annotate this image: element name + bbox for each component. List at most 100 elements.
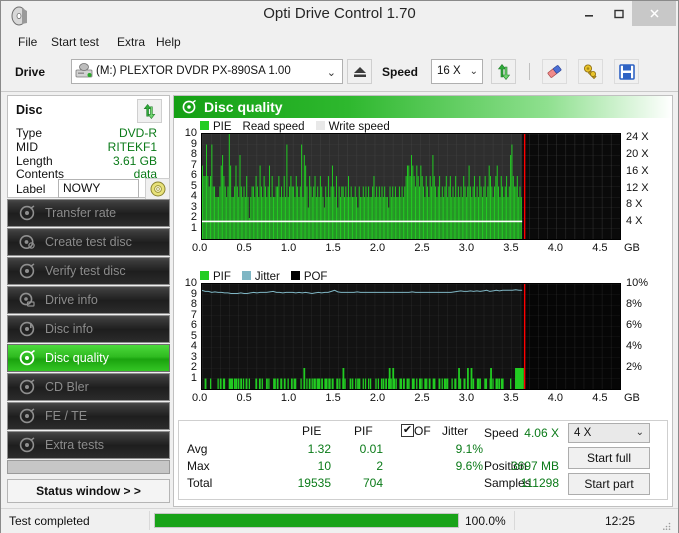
y2-tick-label: 16 X [626, 164, 649, 177]
sidebar-item-transfer-rate[interactable]: Transfer rate [7, 199, 170, 227]
refresh-button[interactable] [491, 59, 516, 84]
app-window: Opti Drive Control 1.70 File Start test … [0, 0, 679, 533]
y-tick-label: 1 [190, 371, 197, 384]
eraser-icon [547, 65, 562, 78]
x-tick-label: 1.5 [325, 242, 341, 254]
floppy-save-icon [618, 63, 635, 80]
drive-select[interactable]: (M:) PLEXTOR DVDR PX-890SA 1.00 ⌄ [71, 59, 343, 84]
test-speed-value: 4 X [574, 427, 592, 439]
resize-grip-icon[interactable] [663, 522, 671, 530]
drive-icon [75, 63, 93, 78]
refresh-arrows-icon [497, 63, 510, 80]
progress-bar-fill [155, 514, 458, 527]
sidebar-item-extra-tests[interactable]: Extra tests [7, 431, 170, 459]
pif-chart-x-axis: 0.0 0.5 1.0 1.5 2.0 2.5 3.0 3.5 4.0 4.5 GB [178, 392, 672, 406]
drive-label: Drive [15, 65, 46, 79]
legend-swatch [241, 270, 251, 280]
drive-toolbar: Drive (M:) PLEXTOR DVDR PX-890SA 1.00 ⌄ … [1, 55, 678, 92]
y2-tick-label: 8% [626, 298, 642, 310]
stats-row-label-max: Max [187, 459, 210, 473]
minimize-button[interactable] [572, 1, 606, 26]
y-tick-label: 1 [190, 221, 197, 234]
close-button[interactable] [632, 1, 676, 26]
pif-chart-legend: PIF Jitter POF [200, 270, 338, 283]
toolbar-separator [529, 63, 530, 80]
maximize-icon [614, 9, 624, 18]
legend-label: Jitter [254, 270, 280, 283]
save-button[interactable] [614, 59, 639, 84]
sidebar-item-disc-quality[interactable]: Disc quality [7, 344, 170, 372]
disc-quality-icon [181, 100, 196, 115]
disc-row-value: 3.61 GB [112, 154, 157, 168]
stats-row-label-total: Total [187, 476, 213, 490]
chevron-down-icon: ⌄ [469, 66, 478, 77]
pie-chart-y-axis: 10 9 8 7 6 5 4 3 2 1 [178, 128, 199, 240]
y-tick-label: 2 [190, 361, 197, 373]
menu-help[interactable]: Help [151, 34, 186, 50]
legend-entry-read-speed: Read speed [243, 121, 305, 133]
stats-total-pie: 19535 [297, 476, 331, 490]
statistics-panel: PIE PIF POF ✔ Jitter Avg 1.32 0.01 9.1% … [178, 420, 668, 500]
disc-verify-icon [18, 262, 36, 280]
disc-tools-button[interactable] [578, 59, 603, 84]
sidebar-item-label: FE / TE [45, 409, 88, 423]
start-full-button[interactable]: Start full [568, 447, 650, 469]
stats-max-pif: 2 [376, 459, 383, 473]
sidebar-item-disc-info[interactable]: Disc info [7, 315, 170, 343]
eject-button[interactable] [347, 59, 372, 84]
y2-tick-label: 10% [626, 277, 649, 289]
start-part-button[interactable]: Start part [568, 473, 650, 495]
pif-chart-plot [201, 283, 621, 390]
sidebar-item-label: Disc quality [45, 351, 109, 365]
menu-file[interactable]: File [13, 34, 42, 50]
test-speed-select[interactable]: 4 X ⌄ [568, 423, 650, 443]
disc-quality-icon [18, 349, 36, 367]
jitter-checkbox[interactable]: ✔ [401, 424, 414, 437]
extra-tests-icon [18, 436, 36, 454]
pie-chart: PIE Read speed Write speed 10 9 8 7 6 5 4 3 2 1 2… [178, 120, 668, 264]
progress-percent: 100.0% [465, 514, 506, 528]
sidebar-item-label: Extra tests [45, 438, 105, 452]
x-tick-label: 1.0 [280, 392, 297, 404]
info-value-position: 3697 MB [510, 459, 559, 473]
x-tick-label: 0.0 [192, 392, 208, 404]
disc-refresh-button[interactable] [137, 99, 162, 123]
stats-max-jitter: 9.6% [455, 459, 483, 473]
chevron-down-icon: ⌄ [635, 427, 644, 438]
disc-label-input[interactable]: NOWY [58, 179, 139, 198]
speed-select[interactable]: 16 X ⌄ [431, 59, 483, 84]
sidebar-item-verify-test-disc[interactable]: Verify test disc [7, 257, 170, 285]
disc-row-key: Type [16, 126, 43, 140]
sidebar-item-drive-info[interactable]: Drive info [7, 286, 170, 314]
speed-label: Speed [382, 65, 419, 79]
x-tick-label: 3.0 [458, 242, 475, 254]
sidebar-item-label: Transfer rate [45, 206, 117, 220]
y2-tick-label: 24 X [626, 131, 649, 144]
menu-bar: File Start test Extra Help [1, 31, 678, 53]
y2-tick-label: 4% [626, 340, 642, 352]
fe-te-icon [18, 407, 36, 425]
sidebar-item-create-test-disc[interactable]: Create test disc [7, 228, 170, 256]
menu-extra[interactable]: Extra [112, 34, 150, 50]
erase-disc-button[interactable] [542, 59, 567, 84]
disc-row-key: Contents [16, 167, 65, 181]
sidebar-item-cd-bler[interactable]: CD Bler [7, 373, 170, 401]
legend-entry-jitter: Jitter [241, 270, 280, 283]
menu-start-test[interactable]: Start test [46, 34, 104, 50]
disc-label-apply-button[interactable] [145, 178, 170, 200]
sidebar-item-fe-te[interactable]: FE / TE [7, 402, 170, 430]
x-axis-unit-label: GB [624, 392, 640, 404]
x-tick-label: 2.0 [369, 392, 386, 404]
legend-entry-write-speed: Write speed [315, 120, 390, 133]
legend-label: Write speed [328, 120, 390, 133]
disc-row-value: DVD-R [119, 126, 157, 140]
status-window-button[interactable]: Status window > > [7, 479, 170, 503]
drive-select-value: (M:) PLEXTOR DVDR PX-890SA 1.00 [96, 65, 291, 77]
cd-bler-icon [18, 378, 36, 396]
speed-select-value: 16 X [437, 65, 461, 77]
info-value-speed: 4.06 X [524, 426, 559, 440]
disc-row-key: MID [16, 140, 38, 154]
maximize-button[interactable] [602, 1, 636, 26]
gold-key-icon [584, 64, 597, 80]
y2-tick-label: 8 X [626, 198, 643, 211]
